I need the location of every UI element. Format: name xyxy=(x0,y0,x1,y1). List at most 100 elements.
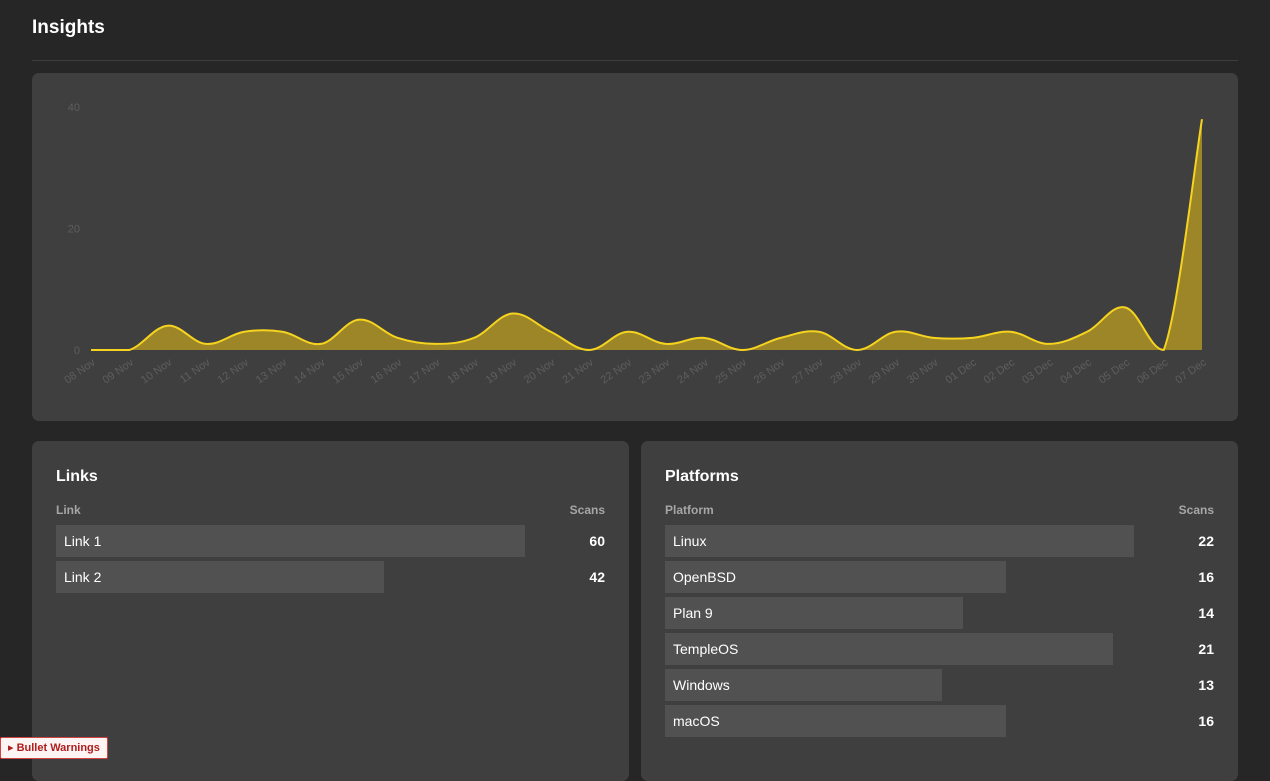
data-point[interactable] xyxy=(1199,116,1205,122)
platform-row-bar xyxy=(665,525,1134,557)
data-point[interactable] xyxy=(969,335,975,341)
platform-row[interactable]: macOS 16 xyxy=(665,705,1214,737)
data-point[interactable] xyxy=(1084,329,1090,335)
x-tick-label: 06 Dec xyxy=(1135,356,1171,386)
data-point[interactable] xyxy=(509,311,515,317)
y-tick-label: 20 xyxy=(68,224,80,236)
x-tick-label: 12 Nov xyxy=(216,356,252,386)
x-tick-label: 01 Dec xyxy=(943,356,979,386)
platform-row-scans: 21 xyxy=(1198,641,1214,657)
platforms-card: Platforms Platform Scans Linux 22 OpenBSD 1… xyxy=(641,441,1238,781)
data-point[interactable] xyxy=(471,335,477,341)
data-point[interactable] xyxy=(356,317,362,323)
links-column-scans: Scans xyxy=(569,503,605,517)
x-tick-label: 10 Nov xyxy=(139,356,175,386)
data-point[interactable] xyxy=(893,329,899,335)
platform-row-label: Plan 9 xyxy=(673,605,713,621)
link-row[interactable]: Link 1 60 xyxy=(56,525,605,557)
x-tick-label: 13 Nov xyxy=(254,356,290,386)
bullet-warnings-button[interactable]: ▸ Bullet Warnings xyxy=(0,737,108,759)
x-tick-label: 08 Nov xyxy=(62,356,98,386)
x-tick-label: 27 Nov xyxy=(790,356,826,386)
x-tick-label: 04 Dec xyxy=(1058,356,1094,386)
data-point[interactable] xyxy=(203,341,209,347)
data-point[interactable] xyxy=(165,323,171,329)
x-tick-label: 05 Dec xyxy=(1097,356,1133,386)
y-tick-label: 0 xyxy=(74,345,80,357)
x-tick-label: 20 Nov xyxy=(522,356,558,386)
data-point[interactable] xyxy=(931,335,937,341)
platform-row[interactable]: Linux 22 xyxy=(665,525,1214,557)
data-point[interactable] xyxy=(624,329,630,335)
data-point[interactable] xyxy=(126,347,132,353)
data-point[interactable] xyxy=(1046,341,1052,347)
x-tick-label: 16 Nov xyxy=(369,356,405,386)
data-point[interactable] xyxy=(1007,329,1013,335)
platform-row[interactable]: Plan 9 14 xyxy=(665,597,1214,629)
x-tick-label: 23 Nov xyxy=(637,356,673,386)
y-tick-label: 40 xyxy=(68,102,80,114)
data-point[interactable] xyxy=(548,329,554,335)
x-tick-label: 22 Nov xyxy=(599,356,635,386)
data-point[interactable] xyxy=(701,335,707,341)
x-tick-label: 09 Nov xyxy=(101,356,137,386)
data-point[interactable] xyxy=(854,347,860,353)
x-tick-label: 17 Nov xyxy=(407,356,443,386)
platform-row[interactable]: OpenBSD 16 xyxy=(665,561,1214,593)
data-point[interactable] xyxy=(663,341,669,347)
x-tick-label: 18 Nov xyxy=(445,356,481,386)
platform-row-label: Windows xyxy=(673,677,730,693)
x-tick-label: 26 Nov xyxy=(752,356,788,386)
platforms-list: Linux 22 OpenBSD 16 Plan 9 14 TempleOS 21 Window… xyxy=(665,525,1214,741)
data-point[interactable] xyxy=(280,329,286,335)
scans-line xyxy=(91,118,1203,352)
x-tick-label: 07 Dec xyxy=(1173,356,1209,386)
data-point[interactable] xyxy=(394,335,400,341)
data-point[interactable] xyxy=(88,347,94,353)
x-tick-label: 25 Nov xyxy=(714,356,750,386)
link-row-label: Link 2 xyxy=(64,569,102,585)
platform-row-scans: 16 xyxy=(1198,713,1214,729)
platform-row-label: Linux xyxy=(673,533,707,549)
platform-row-scans: 14 xyxy=(1198,605,1214,621)
platform-row-label: OpenBSD xyxy=(673,569,737,585)
x-tick-label: 29 Nov xyxy=(867,356,903,386)
page-title: Insights xyxy=(32,17,105,38)
link-row[interactable]: Link 2 42 xyxy=(56,561,605,593)
data-point[interactable] xyxy=(433,341,439,347)
data-point[interactable] xyxy=(241,329,247,335)
platform-row[interactable]: TempleOS 21 xyxy=(665,633,1214,665)
links-card: Links Link Scans Link 1 60 Link 2 42 xyxy=(32,441,629,781)
x-tick-label: 21 Nov xyxy=(560,356,596,386)
x-tick-label: 11 Nov xyxy=(178,356,213,386)
platforms-column-platform: Platform xyxy=(665,503,714,517)
platform-row-scans: 22 xyxy=(1198,533,1214,549)
x-tick-label: 28 Nov xyxy=(828,356,864,386)
data-point[interactable] xyxy=(586,347,592,353)
scans-area-fill xyxy=(91,119,1202,351)
x-tick-label: 15 Nov xyxy=(330,356,366,386)
data-point[interactable] xyxy=(318,341,324,347)
link-row-scans: 42 xyxy=(589,569,605,585)
scans-area-chart: 0 20 40 08 Nov 09 Nov 10 Nov 11 Nov 12 Nov 13 No… xyxy=(62,102,1209,386)
data-point[interactable] xyxy=(1122,304,1128,310)
links-title: Links xyxy=(56,468,98,485)
platforms-column-scans: Scans xyxy=(1178,503,1214,517)
x-tick-label: 03 Dec xyxy=(1020,356,1056,386)
x-tick-label: 19 Nov xyxy=(484,356,520,386)
x-tick-label: 14 Nov xyxy=(292,356,328,386)
data-point[interactable] xyxy=(778,335,784,341)
x-tick-label: 30 Nov xyxy=(905,356,941,386)
link-row-label: Link 1 xyxy=(64,533,102,549)
links-list: Link 1 60 Link 2 42 xyxy=(56,525,605,597)
platform-row-scans: 13 xyxy=(1198,677,1214,693)
link-row-scans: 60 xyxy=(589,533,605,549)
data-point[interactable] xyxy=(1161,347,1167,353)
platform-row-label: TempleOS xyxy=(673,641,739,657)
links-column-link: Link xyxy=(56,503,81,517)
platform-row[interactable]: Windows 13 xyxy=(665,669,1214,701)
data-point[interactable] xyxy=(739,347,745,353)
data-point[interactable] xyxy=(816,329,822,335)
scans-chart-card: 0 20 40 08 Nov 09 Nov 10 Nov 11 Nov 12 Nov 13 No… xyxy=(32,73,1238,421)
link-row-bar xyxy=(56,525,525,557)
